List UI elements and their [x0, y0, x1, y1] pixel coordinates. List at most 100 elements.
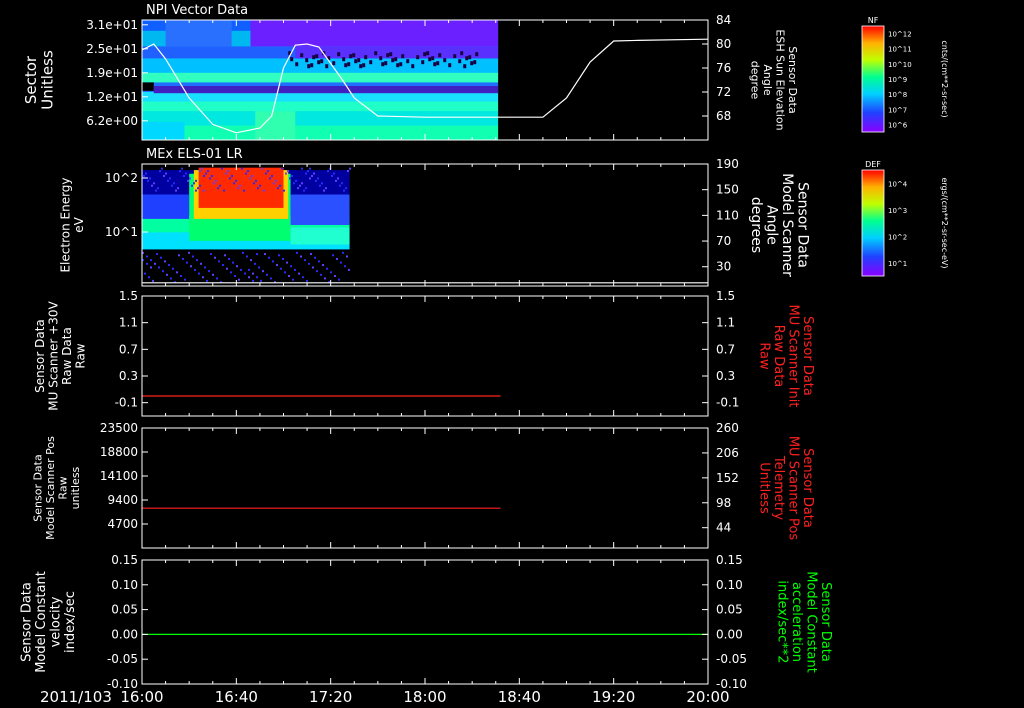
- spec-speckle: [231, 174, 233, 177]
- spec-speckle: [307, 170, 309, 173]
- spec-speckle: [189, 177, 191, 180]
- y-tick-label-right: 98: [716, 496, 731, 510]
- y-axis-label-left: Sensor Data: [31, 454, 44, 521]
- spec-speckle: [308, 262, 310, 265]
- x-tick-label: 16:00: [120, 688, 163, 706]
- spec-speckle: [288, 275, 290, 278]
- y-tick-label-right: 0.3: [716, 369, 735, 383]
- spec-speckle: [146, 255, 148, 258]
- spec-speckle: [278, 254, 280, 257]
- y-tick-label-right: 0.05: [716, 603, 743, 617]
- spec-speckle: [202, 276, 204, 279]
- spec-speckle: [296, 251, 298, 254]
- spec-speckle: [268, 256, 270, 259]
- spec-speckle: [299, 184, 301, 187]
- spec-speckle: [271, 174, 273, 177]
- spec-speckle: [206, 279, 208, 282]
- heat-speckle: [290, 57, 294, 62]
- spec-speckle: [279, 184, 281, 187]
- plot-canvas: 3.1e+01 2.5e+01 1.9e+01 1.2e+01 6.2e+00 84 80 7…: [19, 3, 949, 706]
- spec-speckle: [257, 187, 259, 190]
- spec-speckle: [158, 266, 160, 269]
- heat-patch: [250, 20, 499, 47]
- spec-speckle: [339, 184, 341, 187]
- spec-speckle: [305, 187, 307, 190]
- colorbar-tick-label: 10^2: [888, 233, 907, 241]
- heat-band: [142, 125, 499, 141]
- y-tick-label-right: -0.05: [716, 652, 747, 666]
- spec-speckle: [292, 278, 294, 281]
- heat-speckle: [386, 53, 390, 58]
- colorbar-label: DEF: [865, 160, 881, 169]
- spec-speckle: [286, 261, 288, 264]
- colorbar-tick-label: 10^9: [888, 76, 907, 84]
- spec-speckle: [212, 273, 214, 276]
- spec-speckle: [156, 253, 158, 256]
- spec-speckle: [184, 278, 186, 281]
- spec-speckle: [177, 187, 179, 190]
- y-axis-label-right: Raw Data: [771, 325, 786, 388]
- spec-speckle: [241, 167, 243, 170]
- spec-speckle: [250, 259, 252, 262]
- colorbar-tick-label: 10^6: [888, 121, 908, 129]
- spec-speckle: [238, 278, 240, 281]
- y-tick-label-left: 3.1e+01: [86, 18, 138, 32]
- y-axis-label-right: Sensor Data: [800, 448, 815, 528]
- y-axis-label-left: Electron Energy: [58, 177, 72, 272]
- y-tick-label-right: 0.15: [716, 553, 743, 567]
- spec-speckle: [144, 272, 146, 275]
- spec-speckle: [224, 254, 226, 257]
- spec-speckle: [195, 179, 197, 182]
- spec-speckle: [152, 279, 154, 282]
- x-tick-label: 17:20: [309, 688, 352, 706]
- spec-speckle: [236, 265, 238, 268]
- spec-speckle: [284, 271, 286, 274]
- heat-speckle: [384, 61, 388, 66]
- spec-speckle: [175, 189, 177, 192]
- spec-speckle: [229, 177, 231, 180]
- panel-frame: [141, 295, 709, 417]
- spec-speckle: [282, 257, 284, 260]
- y-axis-label-left: MU Scanner +30V: [46, 301, 60, 411]
- spec-speckle: [155, 189, 157, 192]
- y-axis-label-left: Sensor Data: [33, 319, 47, 393]
- spec-speckle: [207, 170, 209, 173]
- y-axis-label-right: Sensor Data: [794, 182, 810, 268]
- spec-speckle: [192, 255, 194, 258]
- spec-speckle: [195, 189, 197, 192]
- heat-speckle: [359, 64, 363, 69]
- spec-speckle: [143, 174, 145, 177]
- y-axis-label-left: Sensor Data: [19, 582, 34, 662]
- heat-speckle: [307, 64, 311, 69]
- heat-speckle: [428, 57, 432, 62]
- y-tick-label-right: 206: [716, 446, 739, 460]
- spec-speckle: [252, 279, 254, 282]
- y-tick-label-left: 0.15: [111, 553, 138, 567]
- spec-speckle: [197, 187, 199, 190]
- spec-speckle: [151, 184, 153, 187]
- heat-speckle: [349, 54, 353, 59]
- spec-speckle: [211, 174, 213, 177]
- heat-band: [142, 101, 499, 112]
- spec-layer: [290, 227, 350, 245]
- heat-speckle: [458, 59, 462, 64]
- spec-speckle: [219, 184, 221, 187]
- spec-speckle: [240, 268, 242, 271]
- y-axis-label-left: velocity: [48, 596, 63, 647]
- spec-speckle: [306, 279, 308, 282]
- spec-speckle: [341, 182, 343, 185]
- spec-speckle: [146, 262, 148, 265]
- x-tick-label: 19:20: [592, 688, 635, 706]
- x-tick-label: 20:00: [686, 688, 729, 706]
- spec-speckle: [159, 170, 161, 173]
- spec-speckle: [145, 172, 147, 175]
- spec-speckle: [188, 251, 190, 254]
- heat-speckle: [438, 53, 442, 58]
- spec-speckle: [200, 262, 202, 265]
- spec-speckle: [214, 256, 216, 259]
- spec-speckle: [204, 266, 206, 269]
- spec-speckle: [226, 267, 228, 270]
- y-tick-label-left: -0.1: [115, 396, 138, 410]
- spec-speckle: [342, 251, 344, 254]
- y-tick-label-right: 150: [716, 183, 739, 197]
